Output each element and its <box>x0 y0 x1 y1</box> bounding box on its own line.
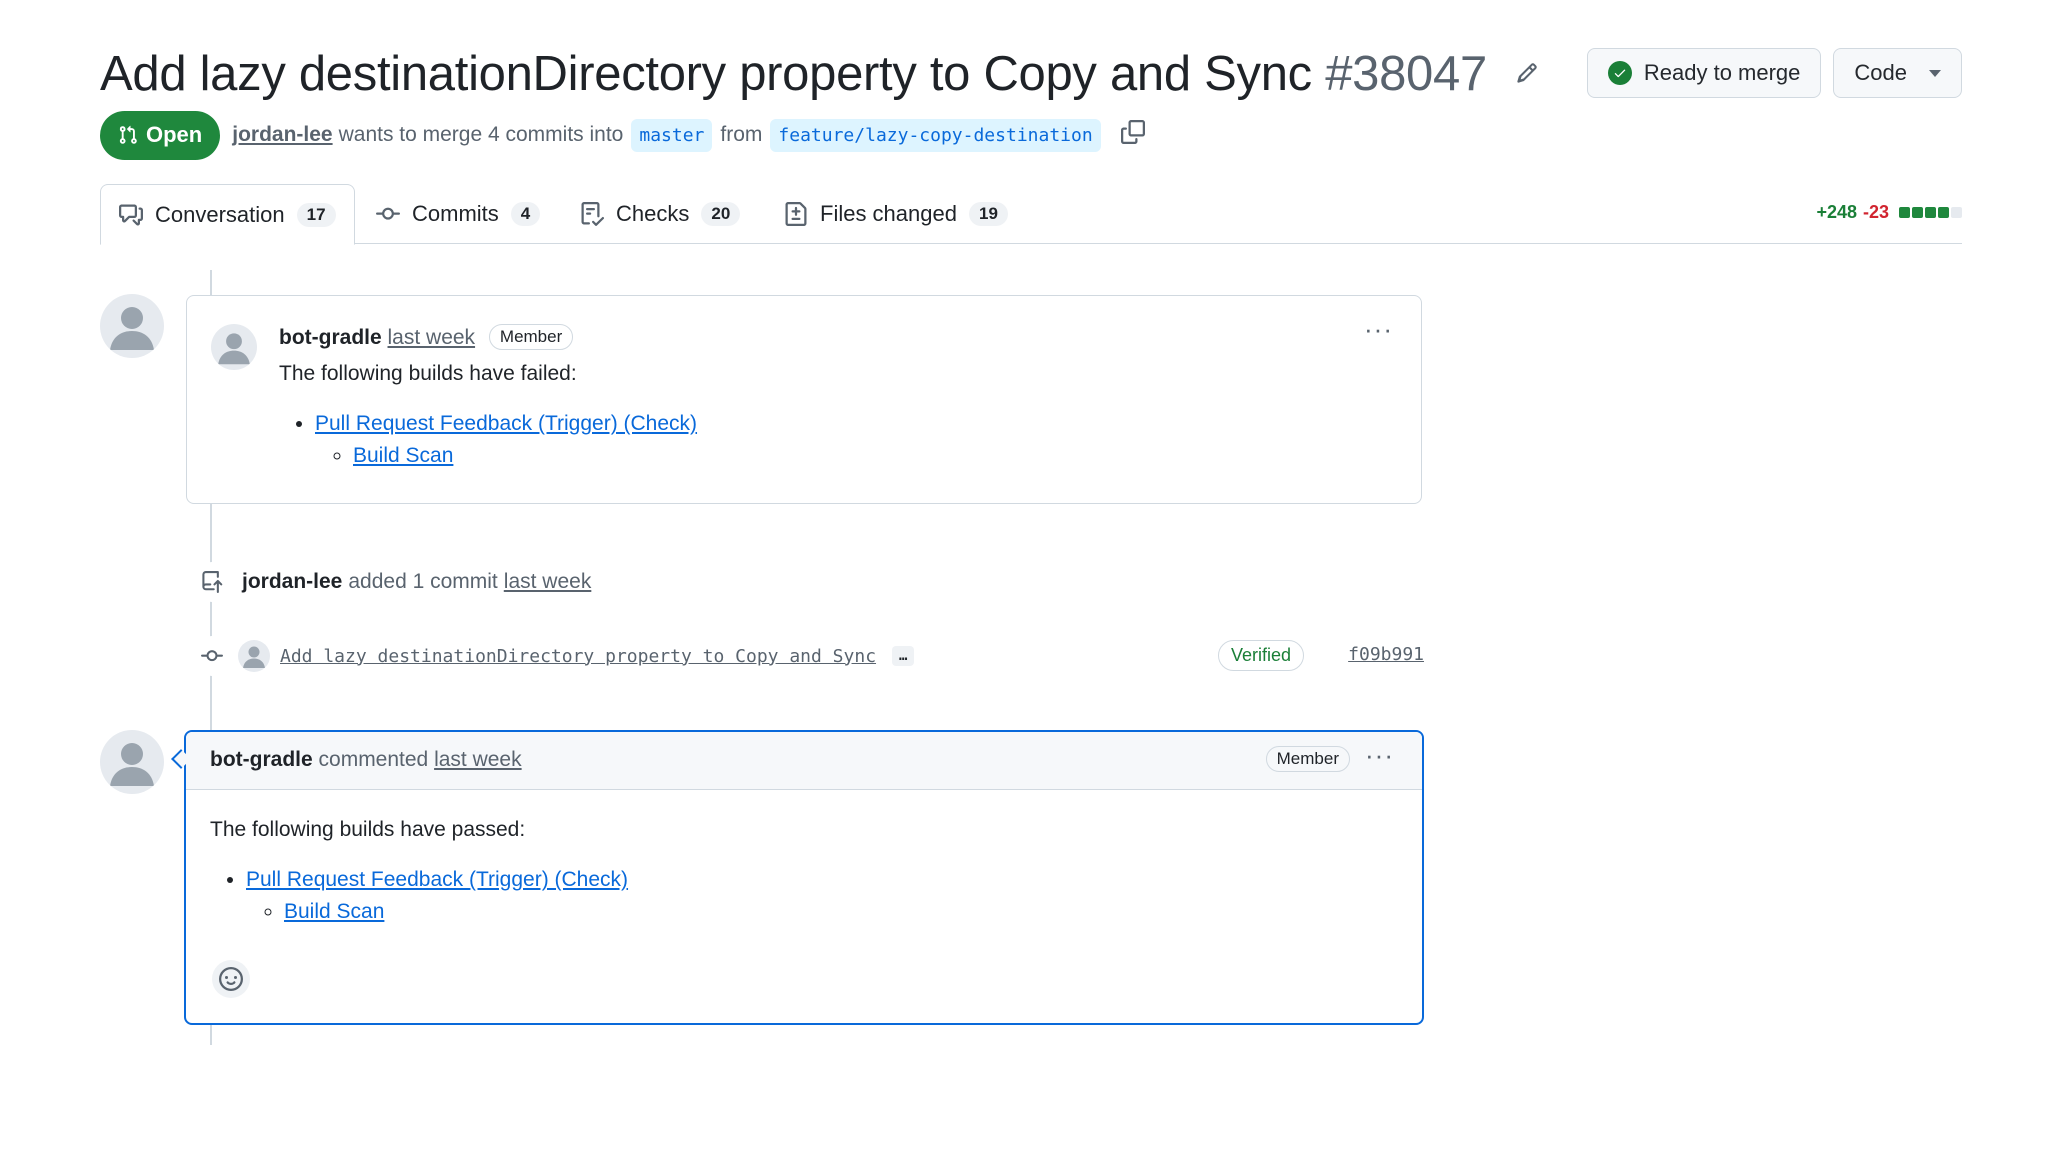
sub-list: Build Scan <box>246 898 628 926</box>
additions-count: +248 <box>1816 202 1857 222</box>
pr-number: #38047 <box>1325 47 1487 101</box>
list-item: Pull Request Feedback (Trigger) (Check) … <box>246 866 628 926</box>
code-button[interactable]: Code <box>1833 48 1962 98</box>
git-commit-icon <box>192 636 232 676</box>
avatar[interactable] <box>238 640 270 672</box>
build-link[interactable]: Pull Request Feedback (Trigger) (Check) <box>315 412 697 435</box>
base-branch[interactable]: master <box>631 118 713 152</box>
comment-card: bot-gradle last week Member ··· The foll… <box>186 295 1422 504</box>
expand-commit-button[interactable]: … <box>892 646 915 666</box>
event-action: added 1 commit <box>348 570 498 593</box>
build-scan-link[interactable]: Build Scan <box>284 900 384 923</box>
comment-text: The following builds have failed: <box>279 362 577 385</box>
list-item: Build Scan <box>284 898 628 926</box>
comment-time[interactable]: last week <box>434 748 522 771</box>
role-badge: Member <box>1265 746 1350 772</box>
pr-title-text: Add lazy destinationDirectory property t… <box>100 47 1312 101</box>
comment-action: commented <box>318 748 429 771</box>
tab-commits[interactable]: Commits 4 <box>358 184 558 244</box>
head-branch[interactable]: feature/lazy-copy-destination <box>770 118 1101 152</box>
from-text: from <box>720 123 763 146</box>
commit-row: Add lazy destinationDirectory property t… <box>192 636 1424 676</box>
tab-label: Files changed <box>820 201 957 226</box>
author-link[interactable]: jordan-lee <box>232 123 332 147</box>
build-link[interactable]: Pull Request Feedback (Trigger) (Check) <box>246 868 628 891</box>
build-scan-link[interactable]: Build Scan <box>353 444 453 467</box>
list-item: Pull Request Feedback (Trigger) (Check) … <box>315 410 697 470</box>
role-badge: Member <box>488 324 574 350</box>
tab-counter: 20 <box>701 202 741 226</box>
kebab-horizontal-icon[interactable]: ··· <box>1365 740 1394 771</box>
code-label: Code <box>1854 60 1907 85</box>
tab-counter: 17 <box>296 202 336 227</box>
file-diff-icon <box>785 202 807 226</box>
state-badge: Open <box>100 110 221 160</box>
event-time[interactable]: last week <box>504 570 592 594</box>
event-author[interactable]: jordan-lee <box>242 570 342 594</box>
check-circle-icon <box>1607 61 1632 85</box>
avatar[interactable] <box>100 730 164 794</box>
tab-label: Checks <box>616 201 690 226</box>
comment-header: bot-gradle commented last week Member ··… <box>171 732 1422 790</box>
tab-counter: 4 <box>510 202 541 226</box>
chevron-down-icon <box>1929 69 1941 77</box>
avatar[interactable] <box>100 294 164 358</box>
commit-message-link[interactable]: Add lazy destinationDirectory property t… <box>280 646 876 667</box>
diffstat-square <box>1899 207 1910 218</box>
merge-text: wants to merge 4 commits into <box>338 123 624 146</box>
pr-header: Add lazy destinationDirectory property t… <box>100 36 1962 106</box>
timeline-event: jordan-lee added 1 commit last week <box>192 562 591 602</box>
comment-card: bot-gradle commented last week Member ··… <box>171 730 1424 1025</box>
comment-header: bot-gradle last week Member <box>279 324 574 350</box>
comment-author[interactable]: bot-gradle <box>210 748 313 771</box>
diffstat: +248 -23 <box>1816 202 1962 223</box>
diffstat-bar <box>1899 207 1962 218</box>
avatar[interactable] <box>211 324 257 370</box>
pr-title: Add lazy destinationDirectory property t… <box>100 40 1538 102</box>
tab-checks[interactable]: Checks 20 <box>562 184 758 244</box>
kebab-horizontal-icon[interactable]: ··· <box>1364 314 1393 345</box>
checklist-icon <box>581 202 604 226</box>
copy-icon[interactable] <box>1120 120 1145 150</box>
list-item: Build Scan <box>353 442 697 470</box>
diffstat-square <box>1938 207 1949 218</box>
diffstat-square <box>1912 207 1923 218</box>
diffstat-square <box>1951 207 1962 218</box>
verified-badge[interactable]: Verified <box>1217 640 1304 671</box>
pr-tabs: Conversation 17 Commits 4 Checks 20 File… <box>100 184 1962 245</box>
tab-files-changed[interactable]: Files changed 19 <box>766 184 1026 244</box>
repo-push-icon <box>192 562 232 602</box>
comment-header-text: bot-gradle commented last week <box>210 748 522 772</box>
tab-label: Commits <box>412 201 499 226</box>
pull-request-icon <box>119 125 137 144</box>
comment-body: The following builds have failed: Pull R… <box>279 362 697 474</box>
header-actions: Ready to merge Code <box>1586 48 1962 98</box>
pr-meta: Open jordan-lee wants to merge 4 commits… <box>100 110 1145 160</box>
comment-text: The following builds have passed: <box>210 818 526 841</box>
pencil-icon[interactable] <box>1516 40 1538 96</box>
state-label: Open <box>146 122 203 147</box>
tab-conversation[interactable]: Conversation 17 <box>100 184 355 245</box>
comment-discussion-icon <box>119 204 143 225</box>
tab-counter: 19 <box>968 202 1008 226</box>
tab-label: Conversation <box>155 201 285 227</box>
git-commit-icon <box>376 207 400 220</box>
sub-list: Build Scan <box>315 442 697 470</box>
comment-body: The following builds have passed: Pull R… <box>210 818 628 930</box>
ready-to-merge-label: Ready to merge <box>1643 60 1801 85</box>
deletions-count: -23 <box>1862 202 1889 222</box>
comment-author[interactable]: bot-gradle <box>279 326 382 349</box>
smiley-icon[interactable] <box>212 960 250 998</box>
ready-to-merge-button[interactable]: Ready to merge <box>1586 48 1822 98</box>
build-list: Pull Request Feedback (Trigger) (Check) … <box>210 866 628 926</box>
diffstat-square <box>1925 207 1936 218</box>
build-list: Pull Request Feedback (Trigger) (Check) … <box>279 410 697 470</box>
comment-pointer <box>171 749 191 769</box>
commit-sha-link[interactable]: f09b991 <box>1348 644 1424 665</box>
comment-time[interactable]: last week <box>388 326 476 349</box>
